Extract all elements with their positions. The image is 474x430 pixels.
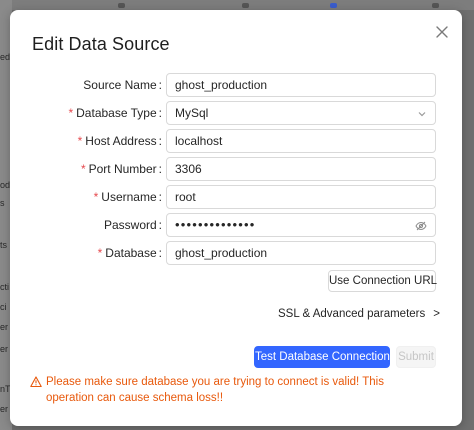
test-database-connection-button[interactable]: Test Database Connection — [254, 346, 390, 368]
submit-button[interactable]: Submit — [396, 346, 436, 368]
form-row-database-type: * Database Type: MySql — [10, 101, 462, 125]
ssl-advanced-parameters-toggle[interactable]: SSL & Advanced parameters > — [278, 308, 440, 322]
use-connection-url-button[interactable]: Use Connection URL — [328, 270, 437, 292]
host-address-label: * Host Address: — [77, 134, 162, 148]
form-row-username: * Username: root — [10, 185, 462, 209]
background-text: er — [0, 344, 9, 354]
background-text: er — [0, 322, 9, 332]
background-text: ci — [0, 302, 7, 312]
database-type-value: MySql — [175, 106, 209, 120]
username-input[interactable]: root — [166, 185, 436, 209]
background-icon — [330, 3, 337, 8]
background-text: nT — [0, 384, 11, 394]
chevron-right-icon: > — [433, 308, 440, 320]
chevron-down-icon — [418, 112, 426, 117]
eye-off-icon[interactable] — [415, 220, 427, 232]
background-text: s — [0, 198, 5, 208]
form-row-database: * Database: ghost_production — [10, 241, 462, 265]
schema-loss-warning: Please make sure database you are trying… — [30, 374, 434, 406]
background-text: cti — [0, 282, 9, 292]
edit-data-source-dialog: Edit Data Source Source Name: ghost_prod… — [10, 10, 462, 426]
port-number-label: * Port Number: — [80, 162, 162, 176]
background-text: ts — [0, 240, 8, 250]
background-icon — [432, 3, 439, 8]
background-text: ed — [0, 52, 11, 62]
database-type-select[interactable]: MySql — [166, 101, 436, 125]
warning-icon — [30, 376, 42, 388]
form-row-source-name: Source Name: ghost_production — [10, 73, 462, 97]
host-address-input[interactable]: localhost — [166, 129, 436, 153]
background-icon — [242, 3, 249, 8]
username-label: * Username: — [93, 190, 162, 204]
password-input[interactable]: •••••••••••••• — [166, 213, 436, 237]
form-row-port-number: * Port Number: 3306 — [10, 157, 462, 181]
password-value: •••••••••••••• — [175, 217, 256, 232]
close-icon[interactable] — [434, 24, 450, 40]
background-text: od — [0, 180, 11, 190]
database-type-label: * Database Type: — [68, 106, 162, 120]
warning-text: Please make sure database you are trying… — [46, 376, 384, 404]
background-toolbar — [12, 0, 474, 10]
form-row-password: Password: •••••••••••••• — [10, 213, 462, 237]
port-number-input[interactable]: 3306 — [166, 157, 436, 181]
dialog-title: Edit Data Source — [32, 34, 170, 54]
password-label: Password: — [103, 218, 162, 232]
source-name-label: Source Name: — [83, 78, 162, 92]
source-name-input[interactable]: ghost_production — [166, 73, 436, 97]
background-text: er — [0, 404, 9, 414]
ssl-advanced-parameters-label: SSL & Advanced parameters — [278, 308, 426, 320]
background-icon — [118, 3, 125, 8]
form-row-host-address: * Host Address: localhost — [10, 129, 462, 153]
database-input[interactable]: ghost_production — [166, 241, 436, 265]
database-label: * Database: — [97, 246, 162, 260]
